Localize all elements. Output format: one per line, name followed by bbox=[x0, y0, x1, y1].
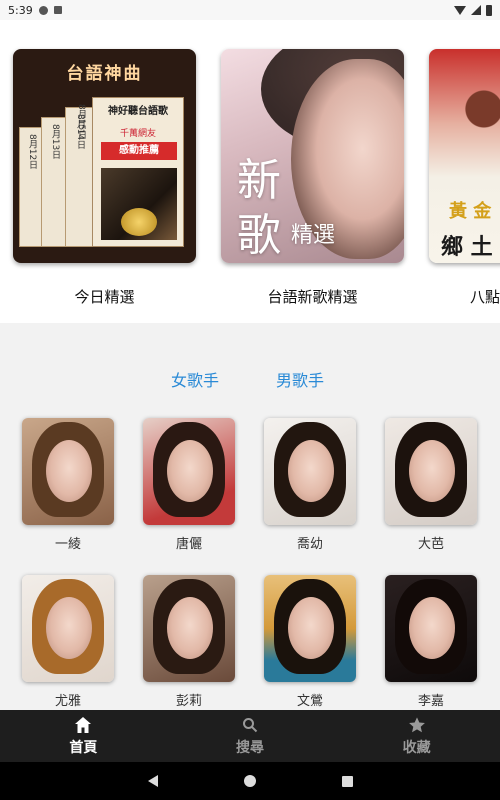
tab-female-singers[interactable]: 女歌手 bbox=[171, 367, 219, 391]
featured-label-new-songs: 台語新歌精選 bbox=[267, 288, 358, 306]
singer-name: 唐儷 bbox=[175, 537, 202, 552]
featured-label-eight-oclock: 八點 bbox=[470, 288, 500, 306]
singer-card[interactable]: 喬幼 bbox=[264, 418, 356, 552]
nav-search-label: 搜尋 bbox=[236, 740, 264, 756]
drama-cast-photo bbox=[429, 69, 500, 169]
nav-home[interactable]: 首頁 bbox=[0, 710, 167, 762]
back-icon[interactable] bbox=[147, 775, 158, 787]
featured-card-new-songs[interactable]: 新 歌 精選 bbox=[221, 49, 404, 263]
singer-card[interactable]: 彭莉 bbox=[143, 575, 235, 709]
singer-name: 尤雅 bbox=[54, 694, 81, 709]
singer-card[interactable]: 大芭 bbox=[385, 418, 477, 552]
singer-photo bbox=[143, 418, 235, 525]
singer-name: 一綾 bbox=[54, 537, 81, 552]
singer-name: 喬幼 bbox=[296, 537, 323, 552]
star-icon bbox=[408, 715, 426, 735]
singer-photo bbox=[143, 575, 235, 682]
featured-card-eight-oclock[interactable]: 黃 金 鄉 土 ん bbox=[429, 49, 500, 263]
singers-section: 女歌手 男歌手 一綾 唐儷 喬幼 大芭 尤雅 彭莉 文鶯 李嘉 bbox=[0, 323, 500, 710]
settings-notification-icon bbox=[38, 5, 48, 15]
singer-card[interactable]: 文鶯 bbox=[264, 575, 356, 709]
bottom-navigation: 首頁 搜尋 收藏 bbox=[0, 710, 500, 762]
nav-favorites[interactable]: 收藏 bbox=[333, 710, 500, 762]
singer-photo bbox=[22, 575, 114, 682]
singer-name: 大芭 bbox=[417, 537, 444, 552]
singer-name: 李嘉 bbox=[417, 694, 444, 709]
singer-name: 文鶯 bbox=[296, 694, 323, 709]
card-art-title: 台語神曲 bbox=[66, 64, 143, 84]
singer-card[interactable]: 李嘉 bbox=[385, 575, 477, 709]
singer-card[interactable]: 尤雅 bbox=[22, 575, 114, 709]
nav-search[interactable]: 搜尋 bbox=[167, 710, 334, 762]
featured-card-today[interactable]: 台語神曲 8月12日 8月13日 8月14日 8月15日 神好聽台語歌 千萬網友… bbox=[13, 49, 196, 263]
nav-favorites-label: 收藏 bbox=[402, 740, 431, 756]
signal-icon bbox=[471, 5, 481, 15]
singer-photo bbox=[385, 418, 477, 525]
home-circle-icon[interactable] bbox=[243, 775, 256, 787]
nav-home-label: 首頁 bbox=[69, 740, 98, 756]
battery-icon bbox=[486, 4, 492, 16]
featured-label-today: 今日精選 bbox=[74, 288, 135, 306]
singer-photo bbox=[22, 418, 114, 525]
best-badge-icon bbox=[121, 208, 157, 236]
sd-card-icon bbox=[53, 6, 62, 14]
recent-apps-icon[interactable] bbox=[341, 775, 353, 787]
singer-photo bbox=[264, 575, 356, 682]
status-time: 5:39 bbox=[8, 3, 33, 17]
wifi-icon bbox=[454, 5, 466, 15]
singer-card[interactable]: 唐儷 bbox=[143, 418, 235, 552]
featured-carousel[interactable]: 台語神曲 8月12日 8月13日 8月14日 8月15日 神好聽台語歌 千萬網友… bbox=[0, 20, 500, 323]
status-bar: 5:39 bbox=[0, 0, 500, 20]
singer-card[interactable]: 一綾 bbox=[22, 418, 114, 552]
search-icon bbox=[242, 715, 258, 735]
singer-photo bbox=[264, 418, 356, 525]
tab-male-singers[interactable]: 男歌手 bbox=[276, 367, 324, 391]
singer-name: 彭莉 bbox=[175, 694, 202, 709]
singer-photo bbox=[385, 575, 477, 682]
system-navigation-bar bbox=[0, 762, 500, 800]
home-icon bbox=[73, 715, 93, 735]
